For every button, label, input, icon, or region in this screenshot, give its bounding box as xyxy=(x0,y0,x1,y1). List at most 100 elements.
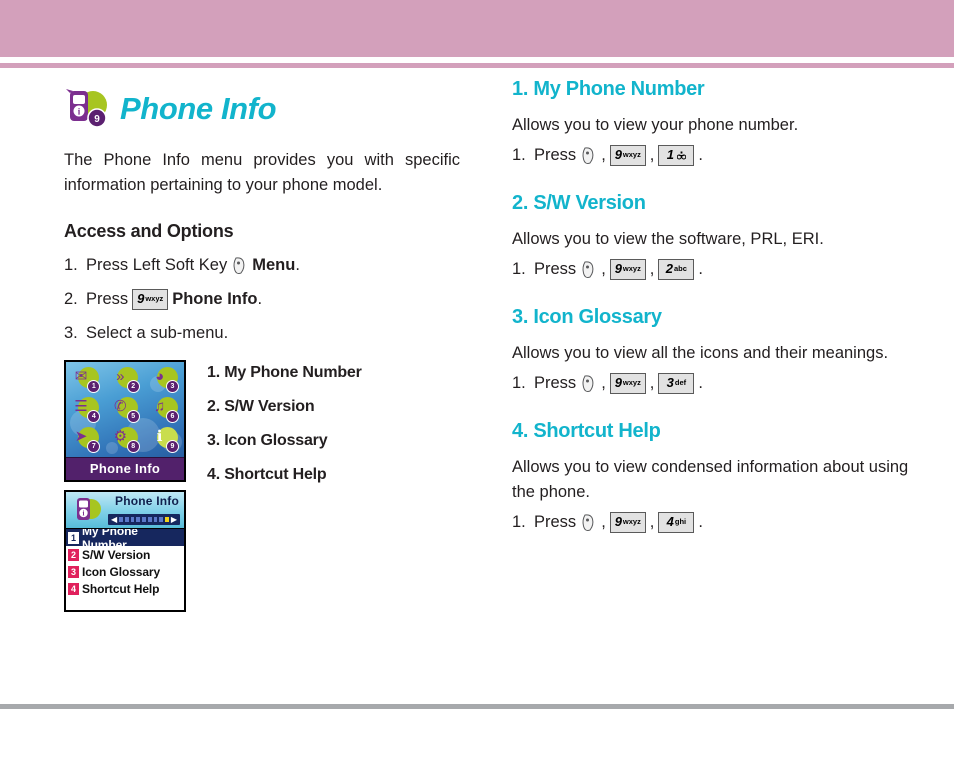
key-letters: wxyz xyxy=(622,263,641,273)
key-letters: def xyxy=(674,377,687,387)
key-digit: 9 xyxy=(614,374,622,390)
section-heading: 2. S/W Version xyxy=(512,192,646,214)
submenu-title: Phone Info xyxy=(115,494,179,508)
section-description: Allows you to view condensed information… xyxy=(512,458,909,501)
row-label: S/W Version xyxy=(82,547,151,562)
step-number: 1. xyxy=(512,374,526,392)
section-heading: 4. Shortcut Help xyxy=(512,420,661,442)
step-label: Press xyxy=(534,146,577,164)
period: . xyxy=(698,260,703,278)
menu-icon-settings-tools[interactable]: ➤ 7 xyxy=(66,424,105,454)
section-step: 1. Press , 9 wxyz , 4 ghi . xyxy=(512,511,912,533)
page-header-rule xyxy=(0,63,954,68)
submenu-scrollbar[interactable]: ◀ ▶ xyxy=(108,514,180,525)
key-9-icon: 9 wxyz xyxy=(609,372,646,394)
row-label: Icon Glossary xyxy=(82,564,161,579)
submenu-header: i Phone Info ◀ ▶ xyxy=(66,492,184,529)
period: . xyxy=(698,146,703,164)
access-step-1: 1. Press Left Soft Key Menu. xyxy=(64,254,464,276)
submenu-row-icon-glossary[interactable]: 3 Icon Glossary xyxy=(66,563,184,580)
comma: , xyxy=(601,260,606,278)
row-badge: 2 xyxy=(68,548,79,561)
menu-icon-badge: 7 xyxy=(87,440,101,453)
section-heading: 1. My Phone Number xyxy=(512,78,705,100)
section-description: Allows you to view the software, PRL, ER… xyxy=(512,230,824,248)
comma: , xyxy=(601,374,606,392)
comma: , xyxy=(649,146,655,164)
step-text-before: Select a sub-menu. xyxy=(86,324,229,342)
comma: , xyxy=(649,513,655,531)
key-1-icon: 1 xyxy=(658,144,695,166)
step-number: 2. xyxy=(64,290,78,308)
key-digit: 1 xyxy=(666,146,674,162)
chevron-left-icon[interactable]: ◀ xyxy=(111,515,117,524)
submenu-row-my-phone-number[interactable]: 1 My Phone Number xyxy=(66,524,184,552)
section-icon-glossary: 3. Icon Glossary Allows you to view all … xyxy=(512,306,912,394)
page-title: Phone Info xyxy=(120,91,277,126)
intro-paragraph: The Phone Info menu provides you with sp… xyxy=(64,151,460,194)
step-number: 1. xyxy=(512,513,526,531)
period: . xyxy=(698,513,703,531)
section-heading: 3. Icon Glossary xyxy=(512,306,662,328)
section-shortcut-help: 4. Shortcut Help Allows you to view cond… xyxy=(512,420,912,533)
key-digit: 3 xyxy=(666,374,674,390)
main-menu-title: Phone Info xyxy=(66,457,184,480)
step-period: . xyxy=(295,256,300,274)
submenu-list-item-1: 1. My Phone Number xyxy=(207,364,362,381)
key-letters: wxyz xyxy=(145,293,164,303)
menu-icon-badge: 2 xyxy=(126,380,140,393)
row-badge: 4 xyxy=(68,582,79,595)
submenu-row-shortcut-help[interactable]: 4 Shortcut Help xyxy=(66,580,184,597)
menu-icon-browser[interactable]: ◕ 3 xyxy=(145,364,184,394)
key-9-icon: 9 wxyz xyxy=(609,258,646,280)
menu-icon-badge: 1 xyxy=(87,380,101,393)
key-digit: 9 xyxy=(614,260,622,276)
key-digit: 2 xyxy=(665,260,674,276)
menu-icon-phone-info-selected[interactable]: ℹ 9 xyxy=(145,424,184,454)
access-and-options-heading: Access and Options xyxy=(64,221,234,241)
access-steps-list: 1. Press Left Soft Key Menu. 2. Press 9w… xyxy=(64,254,464,344)
key-letters: wxyz xyxy=(622,516,641,526)
menu-icon-contacts[interactable]: ☰ 4 xyxy=(66,394,105,424)
comma: , xyxy=(649,260,655,278)
section-my-phone-number: 1. My Phone Number Allows you to view yo… xyxy=(512,78,912,166)
key-2-icon: 2 abc xyxy=(658,258,695,280)
phone-info-icon: i xyxy=(72,495,102,525)
step-text-before: Press xyxy=(86,290,129,308)
comma: , xyxy=(649,374,655,392)
menu-icon-messaging[interactable]: ✉ 1 xyxy=(66,364,105,394)
menu-icon-recent-calls[interactable]: ✆ 5 xyxy=(105,394,144,424)
menu-icon-badge: 8 xyxy=(126,440,140,453)
step-label: Press xyxy=(534,513,577,531)
submenu-list-item-2: 2. S/W Version xyxy=(207,398,315,415)
left-column: i 9 Phone Info The Phone Info menu provi… xyxy=(64,84,464,356)
key-letters: wxyz xyxy=(622,149,641,159)
phone-info-icon: i 9 xyxy=(64,87,110,131)
key-letters: abc xyxy=(674,263,687,273)
key-digit: 9 xyxy=(614,513,622,529)
step-period: . xyxy=(257,290,263,308)
key-4-icon: 4 ghi xyxy=(658,511,695,533)
comma: , xyxy=(601,513,606,531)
comma: , xyxy=(601,146,606,164)
key-3-icon: 3 def xyxy=(658,372,695,394)
menu-icon-tools[interactable]: ⚙ 8 xyxy=(105,424,144,454)
chevron-right-icon[interactable]: ▶ xyxy=(171,515,177,524)
step-number: 3. xyxy=(64,324,78,342)
voicemail-icon xyxy=(676,148,687,159)
period: . xyxy=(698,374,703,392)
step-number: 1. xyxy=(512,146,526,164)
menu-icon-get-it-now[interactable]: » 2 xyxy=(105,364,144,394)
page-footer-rule xyxy=(0,704,954,709)
right-column: 1. My Phone Number Allows you to view yo… xyxy=(512,78,912,559)
section-sw-version: 2. S/W Version Allows you to view the so… xyxy=(512,192,912,280)
screenshot-submenu: i Phone Info ◀ ▶ 1 My Phone Number 2 S/W… xyxy=(64,490,186,612)
section-description: Allows you to view your phone number. xyxy=(512,116,799,134)
menu-icon-media-center[interactable]: ♫ 6 xyxy=(145,394,184,424)
menu-icon-badge: 9 xyxy=(165,440,179,453)
row-badge: 3 xyxy=(68,565,79,578)
row-badge: 1 xyxy=(68,531,79,544)
key-digit: 4 xyxy=(666,513,674,529)
page-title-row: i 9 Phone Info xyxy=(64,84,464,134)
key-9-icon: 9 wxyz xyxy=(609,511,646,533)
